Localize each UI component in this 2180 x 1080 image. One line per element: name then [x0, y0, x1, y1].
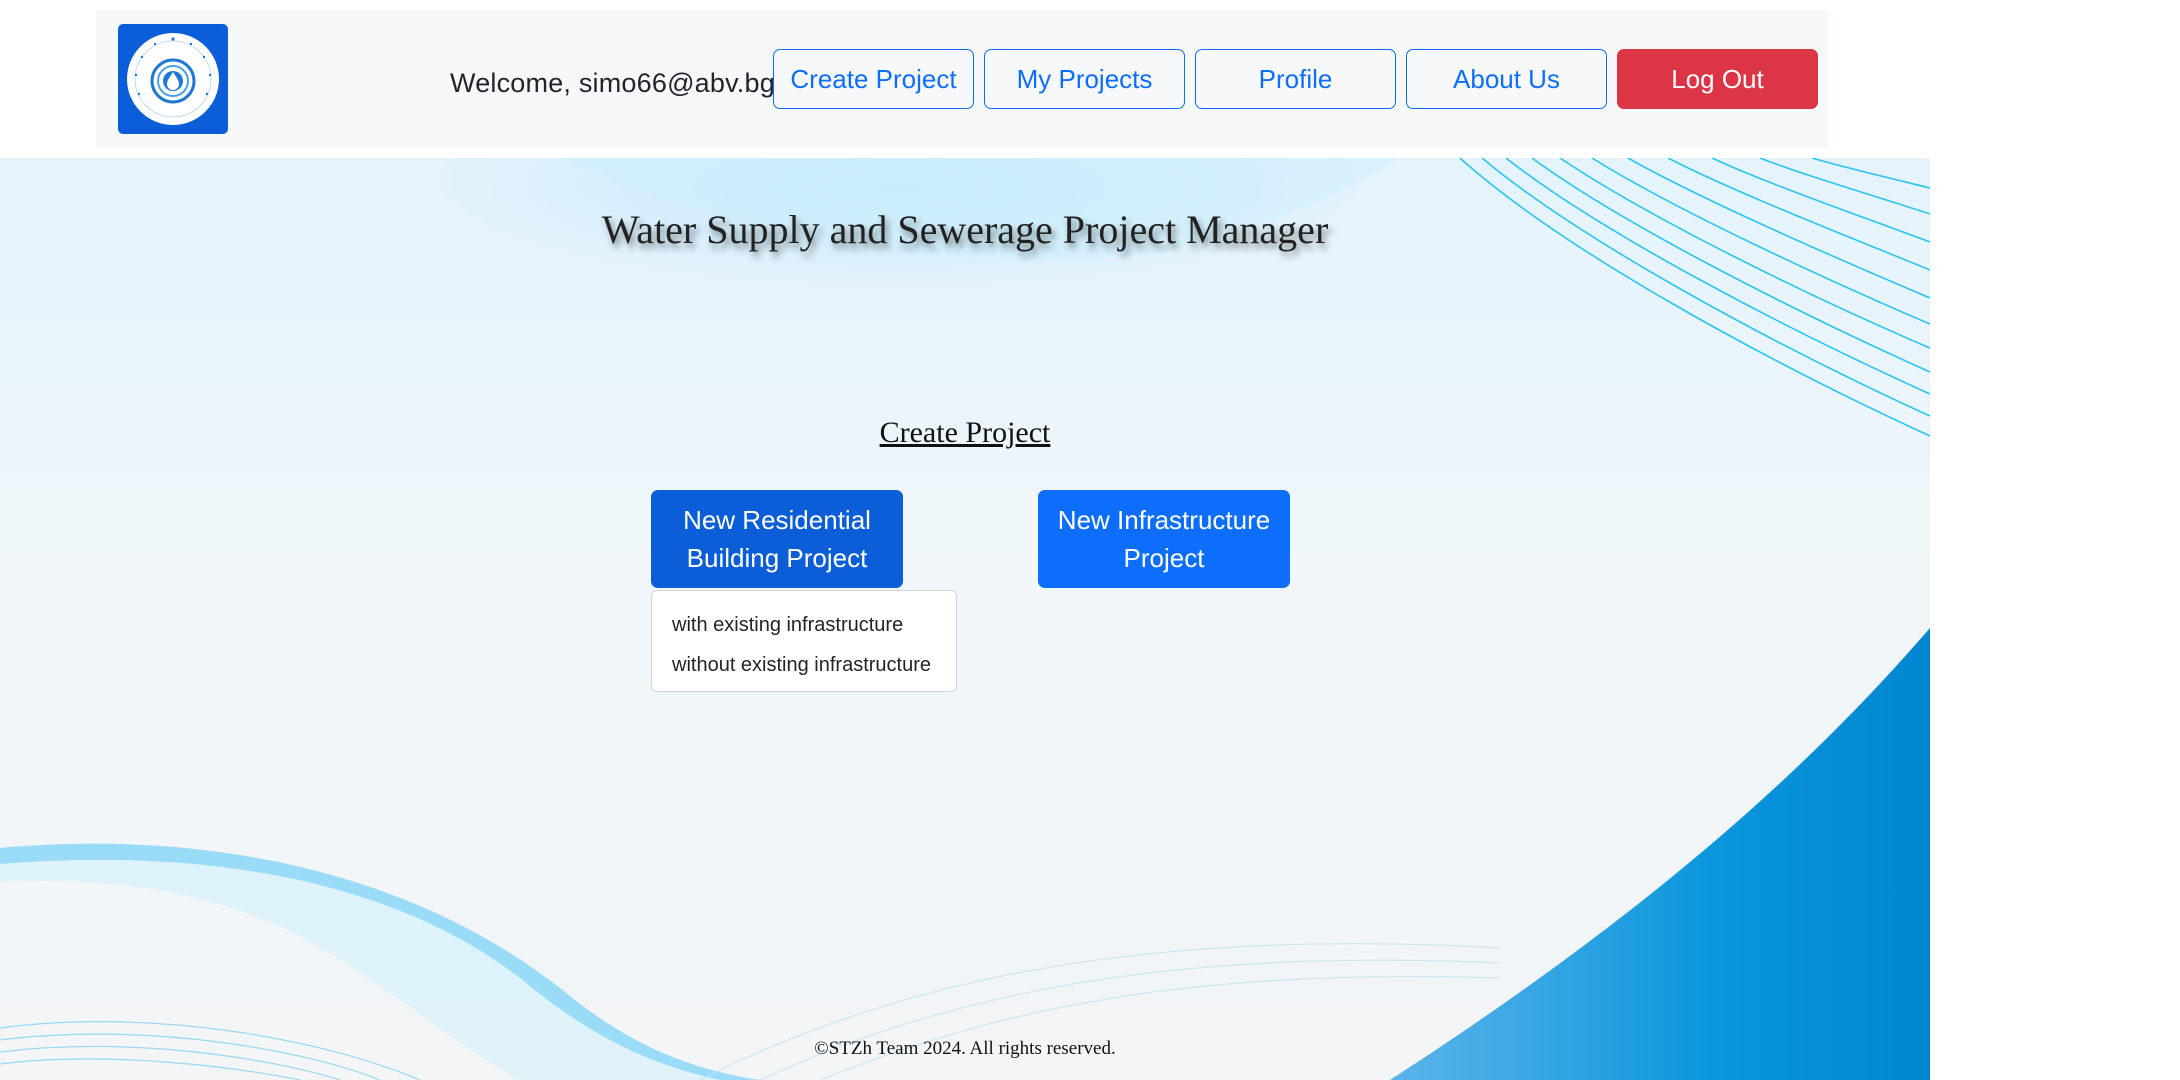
create-project-nav-button[interactable]: Create Project [773, 49, 974, 109]
log-out-button[interactable]: Log Out [1617, 49, 1818, 109]
navbar: Welcome, simo66@abv.bg Create Project My… [96, 10, 1829, 148]
my-projects-nav-button[interactable]: My Projects [984, 49, 1185, 109]
about-us-nav-button[interactable]: About Us [1406, 49, 1607, 109]
new-residential-building-project-button[interactable]: New Residential Building Project [651, 490, 903, 588]
water-wave-background [0, 158, 1930, 1080]
residential-options-dropdown: with existing infrastructure without exi… [651, 590, 957, 692]
dropdown-item-without-existing-infrastructure[interactable]: without existing infrastructure [652, 645, 956, 685]
app-logo-icon[interactable] [118, 24, 228, 134]
dropdown-item-with-existing-infrastructure[interactable]: with existing infrastructure [652, 605, 956, 645]
create-project-heading: Create Project [879, 416, 1051, 449]
welcome-text: Welcome, simo66@abv.bg [450, 68, 775, 98]
water-drop-logo-icon [127, 33, 219, 125]
new-infrastructure-project-button[interactable]: New Infrastructure Project [1038, 490, 1290, 588]
main-content: Water Supply and Sewerage Project Manage… [0, 158, 1930, 1080]
page-title: Water Supply and Sewerage Project Manage… [601, 207, 1329, 252]
footer-copyright: ©STZh Team 2024. All rights reserved. [814, 1038, 1116, 1059]
page: Welcome, simo66@abv.bg Create Project My… [0, 0, 2180, 1080]
profile-nav-button[interactable]: Profile [1195, 49, 1396, 109]
